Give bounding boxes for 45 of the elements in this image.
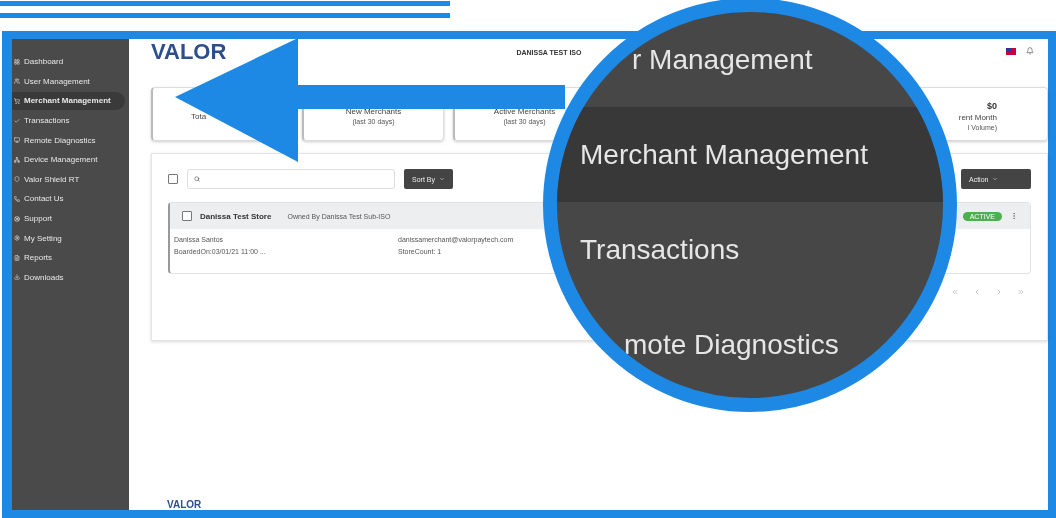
next-page-icon[interactable] <box>995 288 1003 296</box>
sidebar-item[interactable]: Merchant Management <box>12 92 125 110</box>
sidebar-item[interactable]: Remote Diagnostics <box>12 131 125 149</box>
sidebar-item[interactable]: Dashboard <box>12 53 125 71</box>
nav-icon <box>14 58 20 65</box>
stat-label: Active Merchants <box>493 107 556 116</box>
nav-icon <box>14 274 20 281</box>
row-checkbox[interactable] <box>182 211 192 221</box>
nav-icon <box>14 215 20 222</box>
nav-icon <box>14 176 20 183</box>
stat-label: rent Month <box>958 113 997 122</box>
previous-page-icon[interactable] <box>973 288 981 296</box>
search-field[interactable] <box>187 169 395 189</box>
stat-label: Tota <box>190 111 207 121</box>
stat-value: $0 <box>987 101 997 111</box>
flag-icon <box>1006 47 1016 55</box>
nav-icon <box>14 137 20 144</box>
last-page-icon[interactable] <box>1017 288 1025 296</box>
sidebar-item[interactable]: Support <box>12 209 125 228</box>
sidebar-item[interactable]: Reports <box>12 248 125 267</box>
sidebar-item[interactable]: My Setting <box>12 229 125 247</box>
bell-icon[interactable] <box>1026 47 1034 55</box>
caret-icon <box>992 176 999 182</box>
nav-icon <box>14 98 20 104</box>
sidebar-item[interactable]: User Management <box>12 72 125 91</box>
store-name: Danissa Test Store <box>200 211 272 221</box>
nav-icon <box>14 254 20 261</box>
logo: VALOR <box>151 41 227 63</box>
caret-icon <box>438 176 445 182</box>
stat-label: New Merchants <box>345 107 402 116</box>
more-icon[interactable] <box>1010 212 1018 220</box>
nav-icon <box>14 78 20 85</box>
nav-icon <box>14 235 20 242</box>
nav-icon <box>14 156 20 163</box>
sidebar-item[interactable]: Transactions <box>12 111 125 130</box>
search-icon <box>194 176 200 182</box>
nav-icon <box>14 117 20 124</box>
sidebar-item[interactable]: Downloads <box>12 268 125 287</box>
sidebar-item[interactable]: Contact Us <box>12 190 125 208</box>
sidebar-item[interactable]: Valor Shield RT <box>12 170 125 189</box>
footer-logo: VALOR <box>166 500 203 510</box>
select-all-checkbox[interactable] <box>168 174 178 184</box>
sidebar-item[interactable]: Device Management <box>12 150 125 169</box>
nav-icon <box>14 195 20 202</box>
first-page-icon[interactable] <box>951 288 959 296</box>
